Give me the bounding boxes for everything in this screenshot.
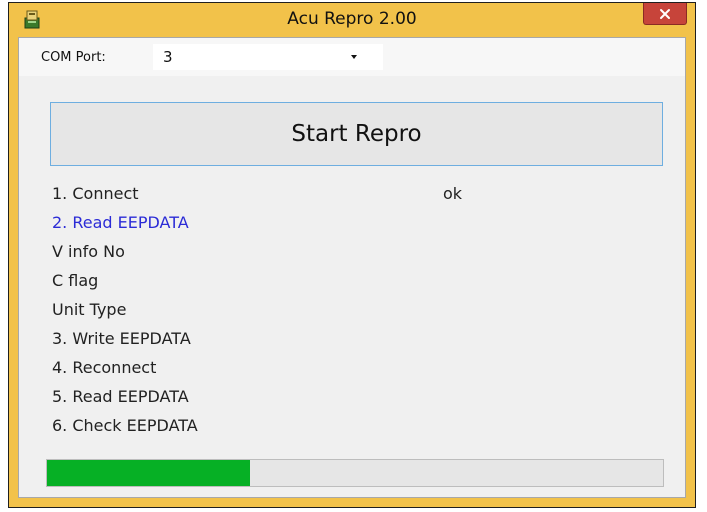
dropdown-arrow-icon <box>351 55 357 59</box>
client-area: COM Port: 3 Start Repro 1. Connect 2. Re… <box>18 37 686 498</box>
step-item: 1. Connect <box>52 184 139 203</box>
progress-fill <box>47 460 251 486</box>
step-item: 3. Write EEPDATA <box>52 329 191 348</box>
step-item: V info No <box>52 242 125 261</box>
close-button[interactable] <box>643 3 687 25</box>
com-port-label: COM Port: <box>41 50 106 65</box>
start-repro-button[interactable]: Start Repro <box>50 102 663 166</box>
progress-bar <box>46 459 664 487</box>
com-port-row: COM Port: 3 <box>19 38 685 76</box>
step-item-active: 2. Read EEPDATA <box>52 213 189 232</box>
step-item: 6. Check EEPDATA <box>52 416 198 435</box>
connect-status: ok <box>443 184 463 203</box>
step-item: C flag <box>52 271 99 290</box>
step-item: 4. Reconnect <box>52 358 157 377</box>
step-list: 1. Connect 2. Read EEPDATA V info No C f… <box>52 184 198 445</box>
app-window: Acu Repro 2.00 COM Port: 3 Start Repro 1… <box>8 2 696 508</box>
title-bar[interactable]: Acu Repro 2.00 <box>9 3 695 37</box>
step-item: Unit Type <box>52 300 127 319</box>
com-port-value: 3 <box>163 48 173 66</box>
com-port-dropdown[interactable]: 3 <box>153 44 383 70</box>
window-title: Acu Repro 2.00 <box>287 9 417 29</box>
close-icon <box>660 8 670 19</box>
step-item: 5. Read EEPDATA <box>52 387 189 406</box>
